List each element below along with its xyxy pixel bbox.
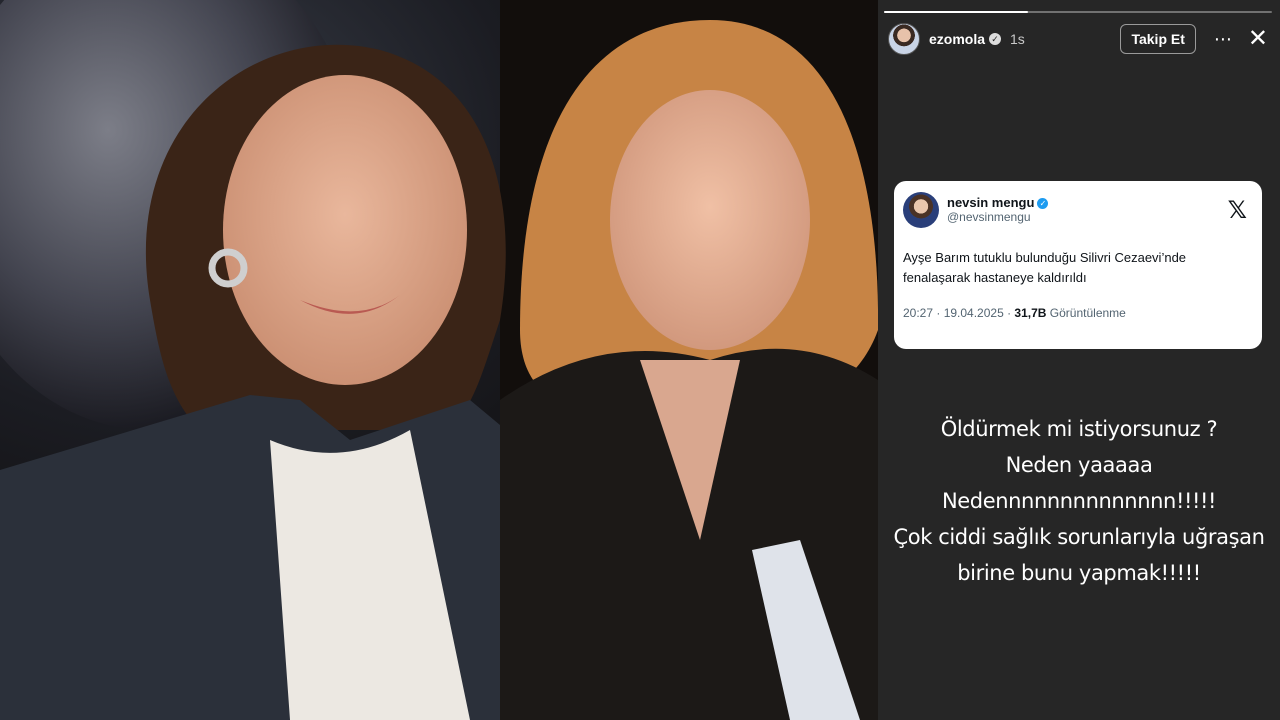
story-progress-bar [884, 11, 1272, 13]
caption-line: Öldürmek mi istiyorsunuz ? [940, 417, 1218, 441]
story-progress-fill [884, 11, 1028, 13]
person-right-face [610, 90, 810, 350]
story-panel: ezomola ✓ 1s Takip Et ⋯ ✕ nevsin mengu ✓… [878, 0, 1280, 720]
tweet-views-count: 31,7B [1014, 306, 1047, 320]
blue-check-icon: ✓ [1037, 197, 1049, 209]
caption-line: Nedennnnnnnnnnnnnn!!!!! [941, 489, 1217, 513]
more-options-icon[interactable]: ⋯ [1214, 30, 1232, 48]
tweet-text: Ayşe Barım tutuklu bulunduğu Silivri Cez… [903, 250, 1187, 285]
caption-line: birine bunu yapmak!!!!! [957, 561, 1201, 585]
person-left-face [223, 75, 467, 385]
tweet-views-label: Görüntülenme [1046, 306, 1126, 320]
tweet-timestamp: 20:27 · 19.04.2025 · [903, 306, 1015, 320]
tweet-author-name: nevsin mengu [947, 194, 1035, 210]
story-photo [0, 0, 878, 720]
tweet-handle: @nevsinmengu [947, 209, 1031, 224]
tweet-meta: 20:27 · 19.04.2025 · 31,7B Görüntülenme [903, 306, 1253, 320]
tweet-header: nevsin mengu ✓ @nevsinmengu 𝕏 [903, 192, 1253, 228]
caption-line: Çok ciddi sağlık sorunlarıyla uğraşan [893, 525, 1265, 549]
embedded-tweet-card[interactable]: nevsin mengu ✓ @nevsinmengu 𝕏 Ayşe Barım… [894, 181, 1262, 349]
caption-line: Neden yaaaaa [1005, 453, 1153, 477]
story-header: ezomola ✓ 1s Takip Et ⋯ ✕ [888, 22, 1272, 56]
avatar[interactable] [888, 23, 920, 55]
tweet-avatar [903, 192, 939, 228]
follow-button[interactable]: Takip Et [1120, 24, 1196, 54]
x-logo-icon: 𝕏 [1227, 196, 1247, 224]
verified-icon: ✓ [989, 33, 1002, 45]
photo-illustration [0, 0, 878, 720]
story-username[interactable]: ezomola [929, 31, 985, 47]
story-time: 1s [1010, 31, 1025, 47]
close-icon[interactable]: ✕ [1248, 27, 1268, 51]
story-caption: Öldürmek mi istiyorsunuz ? Neden yaaaaa … [878, 411, 1280, 591]
